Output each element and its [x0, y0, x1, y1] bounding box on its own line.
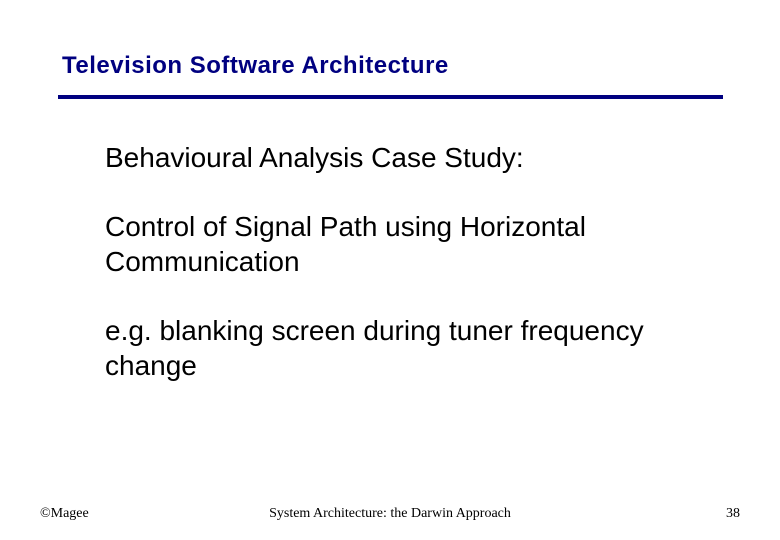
title-underline	[58, 95, 723, 99]
body-paragraph-3: e.g. blanking screen during tuner freque…	[105, 313, 660, 383]
slide: Television Software Architecture Behavio…	[0, 0, 780, 540]
slide-title: Television Software Architecture	[62, 52, 718, 80]
body-paragraph-1: Behavioural Analysis Case Study:	[105, 140, 660, 175]
body-paragraph-2: Control of Signal Path using Horizontal …	[105, 209, 660, 279]
footer-title: System Architecture: the Darwin Approach	[0, 506, 780, 522]
slide-footer: ©Magee System Architecture: the Darwin A…	[0, 498, 780, 522]
slide-body: Behavioural Analysis Case Study: Control…	[105, 140, 660, 417]
slide-number: 38	[726, 506, 740, 522]
